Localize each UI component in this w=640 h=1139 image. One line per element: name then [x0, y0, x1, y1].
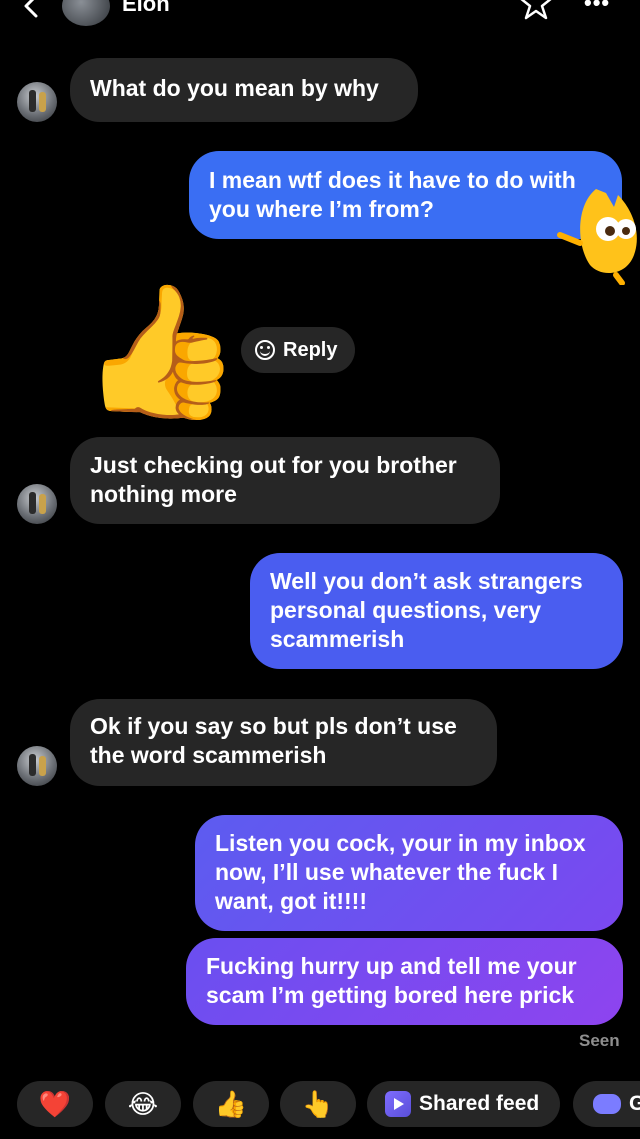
sender-avatar[interactable] [17, 484, 57, 524]
game-controller-icon [593, 1094, 621, 1114]
reply-button[interactable]: Reply [241, 327, 355, 373]
outgoing-message[interactable]: Fucking hurry up and tell me your scam I… [186, 938, 623, 1025]
reply-label: Reply [283, 338, 338, 361]
shared-feed-chip[interactable]: Shared feed [367, 1081, 560, 1127]
thumbs-up-reaction-chip[interactable]: 👍 [193, 1081, 269, 1127]
chat-header: Elon ••• [0, 0, 640, 36]
star-icon[interactable] [518, 0, 554, 22]
more-options-icon[interactable]: ••• [584, 0, 610, 14]
laugh-reaction-chip[interactable]: 😂 [105, 1081, 181, 1127]
incoming-message[interactable]: What do you mean by why [70, 58, 418, 122]
seen-status: Seen [579, 1031, 620, 1050]
contact-name[interactable]: Elon [122, 0, 170, 16]
back-arrow-icon[interactable] [20, 0, 44, 18]
point-up-reaction-chip[interactable]: 👆 [280, 1081, 356, 1127]
sender-avatar[interactable] [17, 746, 57, 786]
smiley-icon [255, 340, 275, 360]
outgoing-message[interactable]: Listen you cock, your in my inbox now, I… [195, 815, 623, 931]
outgoing-message[interactable]: Well you don’t ask strangers personal qu… [250, 553, 623, 669]
shared-feed-label: Shared feed [419, 1092, 540, 1115]
games-label: G [629, 1092, 640, 1115]
incoming-message[interactable]: Just checking out for you brother nothin… [70, 437, 500, 524]
games-chip[interactable]: G [573, 1081, 640, 1127]
heart-reaction-chip[interactable]: ❤️ [17, 1081, 93, 1127]
shared-feed-icon [385, 1091, 411, 1117]
sender-avatar[interactable] [17, 82, 57, 122]
contact-avatar[interactable] [62, 0, 110, 26]
incoming-message[interactable]: Ok if you say so but pls don’t use the w… [70, 699, 497, 786]
thumbs-up-reaction[interactable]: 👍 [80, 276, 242, 426]
waving-sticker-icon [557, 189, 637, 285]
